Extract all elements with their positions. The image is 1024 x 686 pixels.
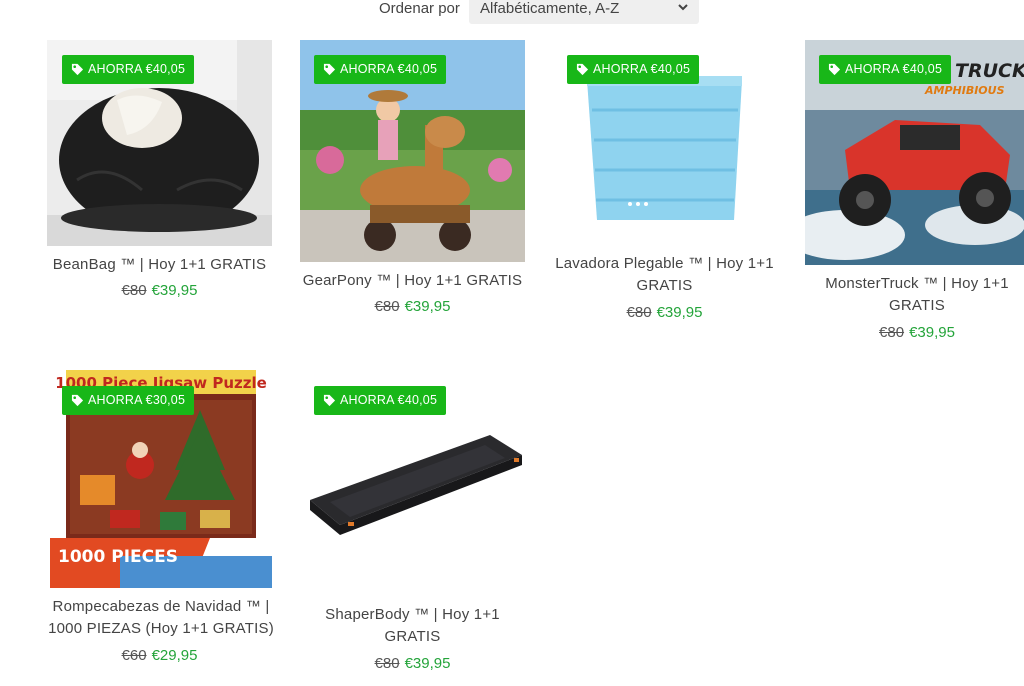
discount-badge: AHORRA €30,05 bbox=[62, 386, 195, 415]
sale-price: €39,95 bbox=[404, 655, 451, 672]
product-title[interactable]: GearPony ™ | Hoy 1+1 GRATIS bbox=[300, 270, 525, 292]
sort-selected-value: Alfabéticamente, A-Z bbox=[480, 0, 620, 17]
discount-badge: AHORRA €40,05 bbox=[62, 55, 195, 84]
product-title[interactable]: Rompecabezas de Navidad ™ | 1000 PIEZAS … bbox=[45, 596, 277, 640]
sale-price: €39,95 bbox=[909, 324, 955, 341]
product-price: €80 €39,95 bbox=[47, 281, 272, 301]
sale-price: €29,95 bbox=[151, 647, 198, 664]
product-price: €80 €39,95 bbox=[300, 654, 525, 674]
sale-price: €39,95 bbox=[656, 304, 703, 321]
truck-image-text: TRUCK bbox=[955, 60, 1024, 82]
sort-select[interactable]: Alfabéticamente, A-Z bbox=[469, 0, 699, 24]
product-title[interactable]: MonsterTruck ™ | Hoy 1+1 GRATIS bbox=[810, 273, 1024, 317]
tag-icon bbox=[71, 63, 84, 76]
tag-icon bbox=[323, 63, 336, 76]
product-price: €80 €39,95 bbox=[552, 303, 777, 323]
sale-price: €39,95 bbox=[151, 282, 198, 299]
product-price: €80 €39,95 bbox=[810, 323, 1024, 343]
tag-icon bbox=[323, 394, 336, 407]
tag-icon bbox=[71, 394, 84, 407]
compare-price: €80 bbox=[374, 655, 400, 672]
sort-bar: Ordenar por Alfabéticamente, A-Z bbox=[0, 0, 1024, 26]
discount-badge: AHORRA €40,05 bbox=[819, 55, 952, 84]
compare-price: €80 bbox=[879, 324, 905, 341]
compare-price: €80 bbox=[626, 304, 652, 321]
product-price: €60 €29,95 bbox=[47, 646, 272, 666]
discount-badge: AHORRA €40,05 bbox=[314, 386, 447, 415]
compare-price: €80 bbox=[121, 282, 147, 299]
discount-badge: AHORRA €40,05 bbox=[567, 55, 700, 84]
product-title[interactable]: BeanBag ™ | Hoy 1+1 GRATIS bbox=[47, 254, 272, 276]
tag-icon bbox=[828, 63, 841, 76]
sort-label: Ordenar por bbox=[379, 0, 460, 17]
tag-icon bbox=[576, 63, 589, 76]
product-price: €80 €39,95 bbox=[300, 297, 525, 317]
discount-badge: AHORRA €40,05 bbox=[314, 55, 447, 84]
puzzle-image-count: 1000 PIECES bbox=[58, 547, 178, 567]
product-title[interactable]: ShaperBody ™ | Hoy 1+1 GRATIS bbox=[310, 604, 515, 648]
product-title[interactable]: Lavadora Plegable ™ | Hoy 1+1 GRATIS bbox=[552, 253, 777, 297]
truck-image-subtext: AMPHIBIOUS bbox=[924, 84, 1005, 97]
chevron-down-icon bbox=[678, 4, 688, 11]
compare-price: €80 bbox=[374, 298, 400, 315]
sale-price: €39,95 bbox=[404, 298, 451, 315]
compare-price: €60 bbox=[121, 647, 147, 664]
